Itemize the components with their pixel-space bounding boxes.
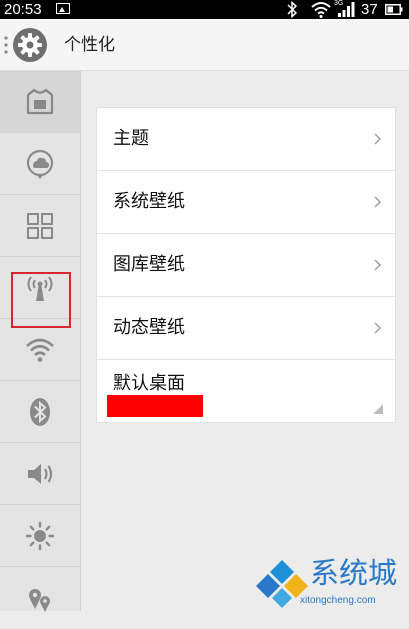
back-dots-icon[interactable] xyxy=(3,35,9,55)
watermark: 系统城 xitongcheng.com xyxy=(254,556,409,611)
bluetooth-status-icon xyxy=(287,1,298,18)
sidebar-item-theme[interactable] xyxy=(0,71,80,133)
list-item-label: 系统壁纸 xyxy=(113,191,185,212)
list-item-gallery-wallpaper[interactable]: 图库壁纸 xyxy=(97,234,395,297)
sidebar-item-personalization[interactable] xyxy=(0,195,80,257)
app-header: 个性化 xyxy=(0,19,409,71)
chevron-right-icon xyxy=(374,196,381,208)
personalization-list: 主题 系统壁纸 图库壁纸 动态壁纸 默认桌面 xyxy=(96,107,396,423)
list-item-system-wallpaper[interactable]: 系统壁纸 xyxy=(97,171,395,234)
chevron-right-icon xyxy=(374,259,381,271)
battery-icon xyxy=(385,4,403,15)
settings-gear-icon[interactable] xyxy=(12,27,48,63)
watermark-name: 系统城 xyxy=(310,556,398,590)
speaker-volume-icon xyxy=(28,464,53,484)
list-item-label: 默认桌面 xyxy=(113,373,185,394)
highlight-box xyxy=(11,272,71,328)
sidebar-item-location[interactable] xyxy=(0,567,80,629)
page-title: 个性化 xyxy=(64,35,115,55)
sidebar-item-bluetooth[interactable] xyxy=(0,381,80,443)
wifi-status-icon xyxy=(311,2,331,18)
status-bar: 20:53 3G 37 xyxy=(0,0,409,19)
chevron-right-icon xyxy=(374,322,381,334)
cloud-sync-icon xyxy=(26,149,54,179)
image-notification-icon xyxy=(56,3,70,14)
chevron-right-icon xyxy=(374,133,381,145)
status-time: 20:53 xyxy=(4,1,42,18)
sidebar-item-brightness[interactable] xyxy=(0,505,80,567)
wifi-icon xyxy=(26,338,54,362)
list-item-label: 主题 xyxy=(113,128,149,149)
theme-shirt-icon xyxy=(26,88,54,115)
dropdown-corner-icon xyxy=(373,404,383,414)
signal-strength-icon xyxy=(338,2,355,17)
sidebar-item-cloud[interactable] xyxy=(0,133,80,195)
list-item-label: 图库壁纸 xyxy=(113,254,185,275)
settings-sidebar xyxy=(0,71,81,612)
list-item-theme[interactable]: 主题 xyxy=(97,108,395,171)
location-icon xyxy=(29,589,50,612)
brightness-sun-icon xyxy=(25,521,55,551)
battery-percent: 37 xyxy=(361,1,378,18)
sidebar-item-wifi[interactable] xyxy=(0,319,80,381)
grid-apps-icon xyxy=(27,213,53,239)
sidebar-item-sound[interactable] xyxy=(0,443,80,505)
list-item-label: 动态壁纸 xyxy=(113,317,185,338)
list-item-live-wallpaper[interactable]: 动态壁纸 xyxy=(97,297,395,360)
watermark-url: xitongcheng.com xyxy=(300,595,376,606)
bluetooth-icon xyxy=(30,398,50,426)
list-item-default-launcher[interactable]: 默认桌面 xyxy=(97,360,395,425)
redacted-value xyxy=(107,395,203,417)
